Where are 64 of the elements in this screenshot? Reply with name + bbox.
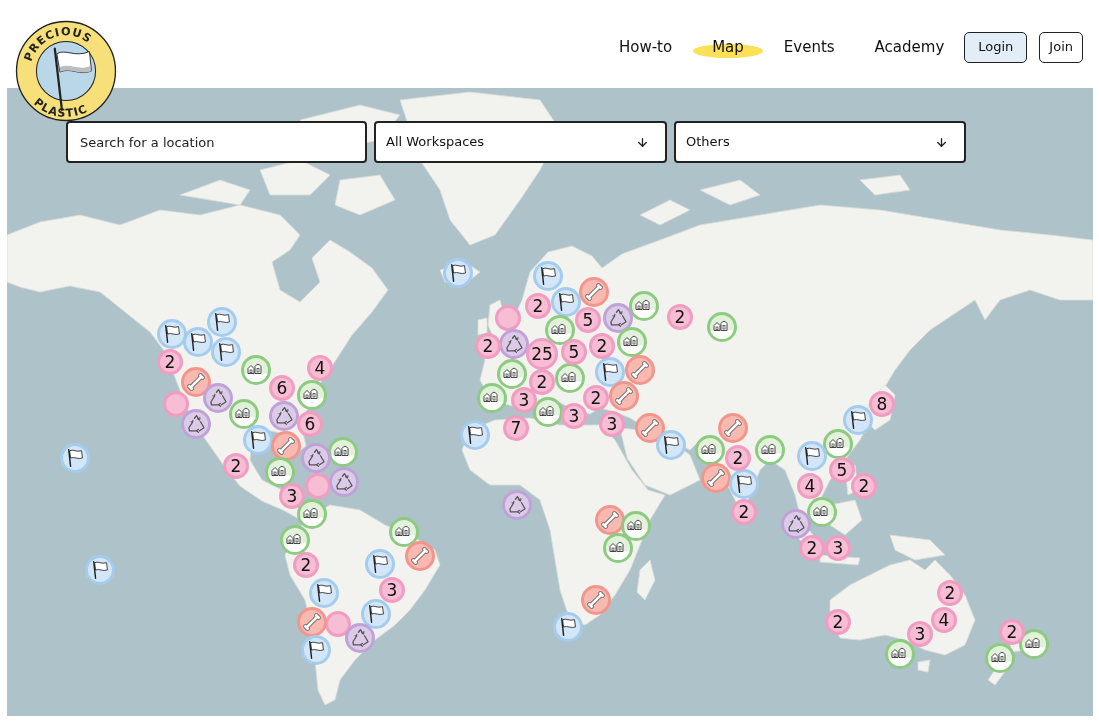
flag-icon — [560, 618, 576, 636]
flag-icon — [218, 343, 234, 361]
recycle-icon — [209, 389, 227, 407]
nav-link[interactable]: Academy — [854, 29, 965, 65]
island — [859, 174, 911, 196]
flag-icon — [663, 436, 679, 454]
island — [334, 174, 396, 216]
recycle-icon — [275, 407, 293, 425]
recycle-icon — [787, 515, 805, 533]
recycle-icon — [307, 449, 325, 467]
logo-text: PLASTIC — [31, 95, 90, 121]
arrow-down-icon — [935, 135, 948, 149]
login-button[interactable]: Login — [964, 31, 1028, 63]
flag-icon — [850, 411, 866, 429]
wrench-icon — [615, 387, 633, 405]
wrench-icon — [303, 613, 321, 631]
flag-icon — [308, 641, 324, 659]
flag-icon — [164, 325, 180, 343]
arrow-down-icon — [636, 135, 649, 149]
recycle-icon — [187, 415, 205, 433]
filter-dropdown[interactable]: All Workspaces — [374, 121, 667, 163]
island — [636, 559, 656, 601]
island — [179, 179, 251, 206]
island — [889, 534, 946, 561]
flag-icon — [250, 431, 266, 449]
flag-icon — [736, 475, 752, 493]
flag-icon — [214, 313, 230, 331]
flag-icon — [368, 605, 384, 623]
wrench-icon — [724, 419, 742, 437]
flag-icon — [372, 555, 388, 573]
filter-dropdown[interactable]: Others — [674, 121, 966, 163]
flag-icon — [450, 264, 466, 282]
nav-link[interactable]: How-to — [598, 29, 693, 65]
join-button[interactable]: Join — [1039, 31, 1083, 63]
island — [699, 179, 761, 206]
nav-link[interactable]: Events — [763, 29, 855, 65]
wrench-icon — [585, 283, 603, 301]
flag-icon — [558, 293, 574, 311]
recycle-icon — [505, 335, 523, 353]
recycle-icon — [508, 496, 526, 514]
wrench-icon — [631, 361, 649, 379]
wrench-icon — [601, 511, 619, 529]
logo-badge[interactable] — [15, 20, 117, 122]
wrench-icon — [641, 419, 659, 437]
wrench-icon — [411, 547, 429, 565]
wrench-icon — [587, 591, 605, 609]
wrench-icon — [187, 373, 205, 391]
flag-icon — [316, 584, 332, 602]
island — [917, 659, 931, 673]
wrench-icon — [277, 437, 295, 455]
flag-icon — [602, 363, 618, 381]
flag-icon — [540, 267, 556, 285]
wrench-icon — [707, 469, 725, 487]
island — [639, 199, 691, 226]
recycle-icon — [609, 309, 627, 327]
flag-icon — [92, 561, 108, 579]
recycle-icon — [351, 629, 369, 647]
flag-icon — [467, 426, 483, 444]
recycle-icon — [335, 473, 353, 491]
flag-icon — [804, 447, 820, 465]
search-field[interactable]: Search for a location — [66, 121, 367, 163]
flag-icon — [67, 449, 83, 467]
flag-icon — [190, 333, 206, 351]
nav-link[interactable]: Map — [692, 29, 764, 65]
